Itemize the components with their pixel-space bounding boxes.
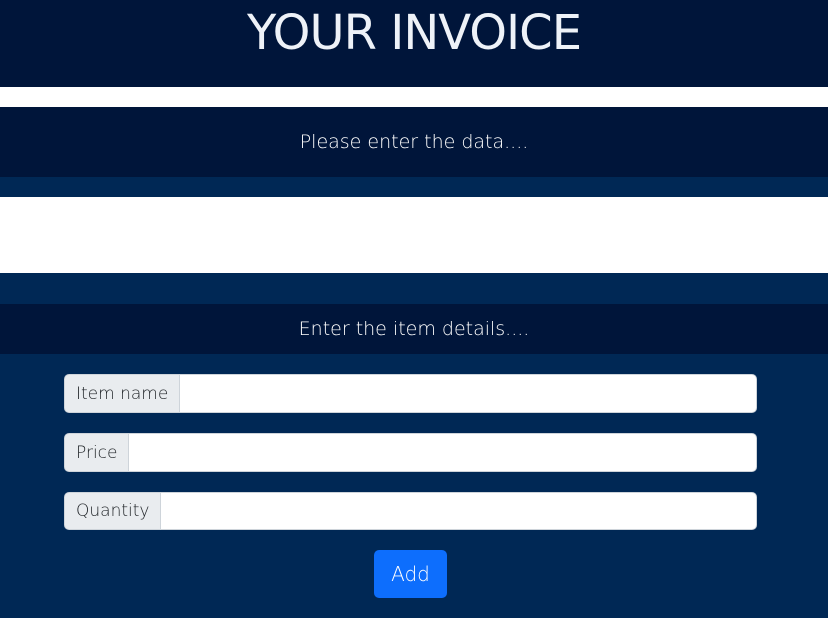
spacer	[0, 177, 828, 197]
price-input[interactable]	[128, 433, 757, 472]
data-entry-area	[0, 197, 828, 273]
add-item-button[interactable]: Add	[374, 550, 447, 598]
spacer	[0, 273, 828, 304]
quantity-input[interactable]	[160, 492, 757, 530]
item-name-input[interactable]	[179, 374, 757, 413]
item-form: Item name Price Quantity	[64, 374, 757, 530]
quantity-label: Quantity	[64, 492, 161, 530]
price-group: Price	[64, 433, 757, 472]
item-details-bar: Enter the item details....	[0, 304, 828, 354]
price-label: Price	[64, 433, 129, 472]
data-prompt-text: Please enter the data....	[299, 131, 529, 153]
page-title: YOUR INVOICE	[246, 5, 582, 61]
item-name-group: Item name	[64, 374, 757, 413]
invoice-header: YOUR INVOICE	[0, 0, 828, 87]
item-details-prompt: Enter the item details....	[298, 318, 530, 340]
data-prompt-bar: Please enter the data....	[0, 107, 828, 177]
item-name-label: Item name	[64, 374, 180, 413]
separator-band	[0, 87, 828, 107]
quantity-group: Quantity	[64, 492, 757, 530]
